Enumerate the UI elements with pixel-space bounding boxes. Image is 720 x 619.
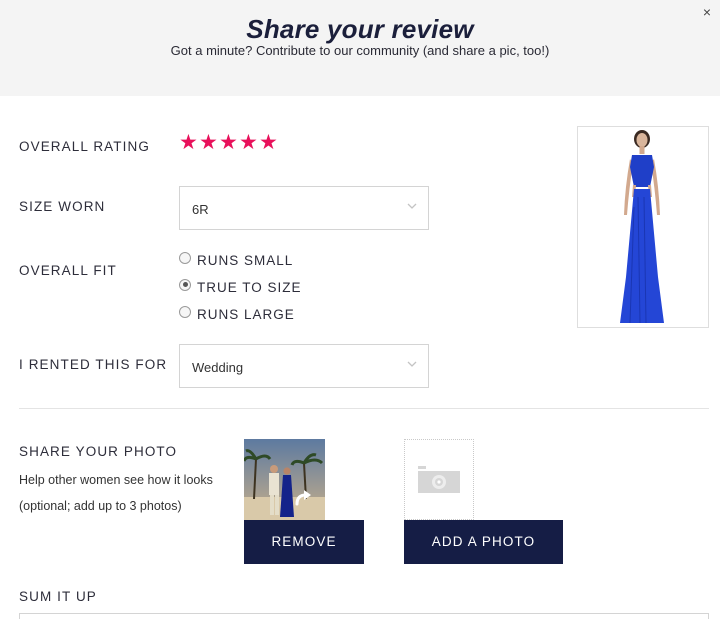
camera-icon [418,466,460,493]
modal-header: Share your review Got a minute? Contribu… [0,0,720,96]
rotate-icon[interactable] [292,487,314,509]
page-title: Share your review [246,14,474,44]
size-worn-label: SIZE WORN [19,199,106,214]
sum-it-up-label: SUM IT UP [19,589,97,604]
share-photo-label: SHARE YOUR PHOTO [19,444,178,459]
radio-true-to-size[interactable] [179,278,191,291]
dress-model-image [620,130,664,324]
radio-runs-large[interactable] [179,305,191,318]
remove-photo-button[interactable]: REMOVE [244,520,364,564]
product-image [577,126,709,328]
fit-option-true-to-size[interactable]: TRUE TO SIZE [179,278,302,295]
overall-rating-label: OVERALL RATING [19,139,150,154]
chevron-down-icon [407,361,417,367]
overall-fit-label: OVERALL FIT [19,263,117,278]
rented-for-select[interactable]: Wedding [179,344,429,388]
size-worn-value: 6R [192,202,209,217]
rented-for-value: Wedding [192,360,244,375]
page-subtitle: Got a minute? Contribute to our communit… [170,43,550,58]
star-icon-5[interactable]: ★ [259,132,278,153]
star-icon-1[interactable]: ★ [179,132,198,153]
fit-option-runs-large[interactable]: RUNS LARGE [179,305,295,322]
chevron-down-icon [407,203,417,209]
fit-option-runs-small[interactable]: RUNS SMALL [179,251,294,268]
sum-it-up-input[interactable] [19,613,709,619]
star-icon-2[interactable]: ★ [199,132,218,153]
uploaded-photo [244,439,325,520]
size-worn-select[interactable]: 6R [179,186,429,230]
close-icon[interactable]: × [700,5,714,19]
add-photo-button[interactable]: ADD A PHOTO [404,520,563,564]
section-divider [19,408,709,409]
photo-help-text: Help other women see how it looks [19,473,213,487]
fit-option-label: TRUE TO SIZE [197,280,302,295]
radio-runs-small[interactable] [179,251,191,264]
photo-help-note: (optional; add up to 3 photos) [19,499,182,513]
fit-option-label: RUNS LARGE [197,307,295,322]
star-rating[interactable]: ★ ★ ★ ★ ★ [179,132,278,153]
star-icon-3[interactable]: ★ [219,132,238,153]
add-photo-placeholder[interactable] [404,439,474,520]
fit-option-label: RUNS SMALL [197,253,294,268]
rented-for-label: I RENTED THIS FOR [19,357,168,372]
star-icon-4[interactable]: ★ [239,132,258,153]
